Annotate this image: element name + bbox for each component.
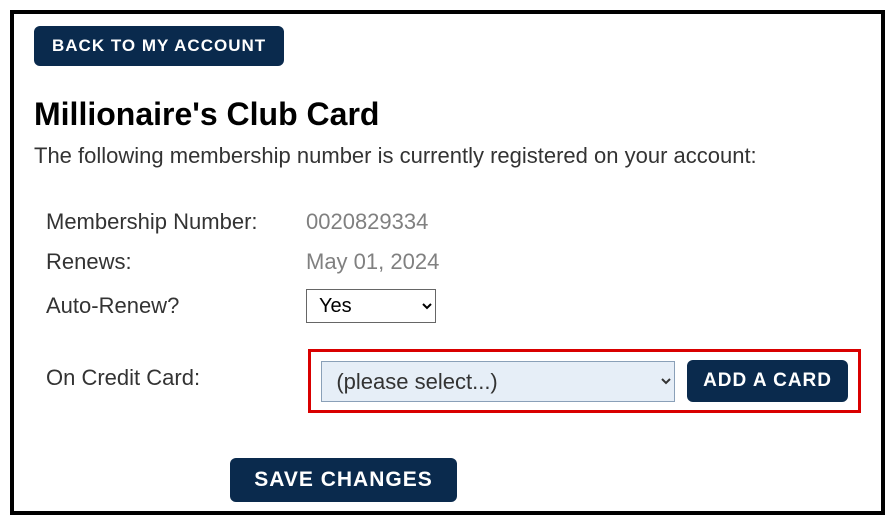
renews-label: Renews:: [46, 249, 306, 275]
credit-card-highlight: (please select...) ADD A CARD: [308, 349, 861, 413]
credit-card-select[interactable]: (please select...): [321, 361, 675, 402]
account-card-panel: BACK TO MY ACCOUNT Millionaire's Club Ca…: [10, 10, 885, 515]
page-title: Millionaire's Club Card: [34, 96, 861, 133]
autorenew-select[interactable]: Yes: [306, 289, 436, 323]
renews-value: May 01, 2024: [306, 249, 439, 275]
add-card-button[interactable]: ADD A CARD: [687, 360, 848, 402]
autorenew-label: Auto-Renew?: [46, 293, 306, 319]
membership-number-value: 0020829334: [306, 209, 428, 235]
membership-number-row: Membership Number: 0020829334: [46, 209, 861, 235]
autorenew-row: Auto-Renew? Yes: [46, 289, 861, 323]
save-button-container: SAVE CHANGES: [46, 458, 861, 502]
renews-row: Renews: May 01, 2024: [46, 249, 861, 275]
membership-number-label: Membership Number:: [46, 209, 306, 235]
page-subtitle: The following membership number is curre…: [34, 143, 861, 169]
save-changes-button[interactable]: SAVE CHANGES: [230, 458, 456, 502]
credit-card-row: On Credit Card: (please select...) ADD A…: [46, 343, 861, 413]
membership-form: Membership Number: 0020829334 Renews: Ma…: [34, 209, 861, 502]
back-to-account-button[interactable]: BACK TO MY ACCOUNT: [34, 26, 284, 66]
credit-card-label: On Credit Card:: [46, 365, 308, 391]
